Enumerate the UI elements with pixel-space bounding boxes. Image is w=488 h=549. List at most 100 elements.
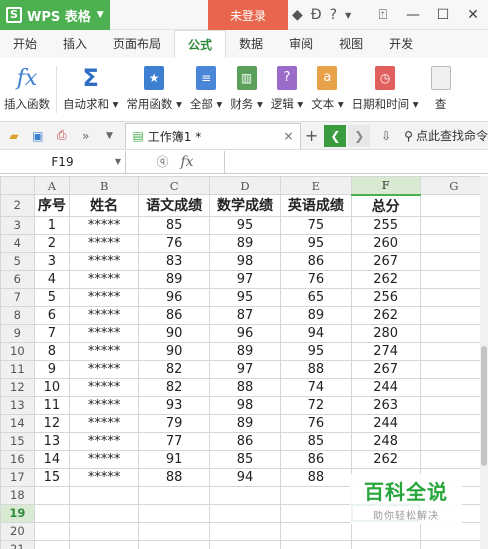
column-header-f[interactable]: F	[350, 176, 421, 196]
cell[interactable]	[33, 503, 71, 523]
minimize-icon[interactable]: —	[398, 7, 428, 23]
column-header-d[interactable]: D	[209, 176, 281, 195]
cell-header-name[interactable]: 姓名	[69, 194, 140, 217]
row-header[interactable]: 2	[0, 194, 35, 217]
cell[interactable]: 1	[33, 215, 71, 235]
cell[interactable]: *****	[69, 215, 140, 235]
cell[interactable]: 262	[350, 269, 421, 289]
cell[interactable]: 76	[279, 269, 352, 289]
cell[interactable]	[419, 194, 488, 217]
cell[interactable]: 90	[138, 323, 211, 343]
cell[interactable]: 93	[138, 395, 211, 415]
cell[interactable]: *****	[69, 467, 140, 487]
cell[interactable]	[419, 539, 488, 549]
cell[interactable]	[69, 539, 140, 549]
cell[interactable]	[69, 503, 140, 523]
login-button[interactable]: 未登录	[208, 0, 288, 30]
tab-list-icon[interactable]: ⇩	[376, 127, 396, 145]
row-header[interactable]: 4	[0, 233, 35, 253]
cell[interactable]: 88	[138, 467, 211, 487]
cell[interactable]	[138, 521, 211, 541]
cell[interactable]: *****	[69, 377, 140, 397]
row-header[interactable]: 19	[0, 503, 35, 523]
cell[interactable]	[419, 521, 488, 541]
cell[interactable]	[419, 251, 488, 271]
cell[interactable]: 76	[279, 413, 352, 433]
cell[interactable]: 94	[209, 467, 281, 487]
restore-ribbon-icon[interactable]: ⍐	[368, 7, 398, 23]
cell[interactable]	[419, 395, 488, 415]
row-header[interactable]: 12	[0, 377, 35, 397]
all-functions-button[interactable]: ≡ 全部 ▾	[186, 58, 226, 121]
cell[interactable]: 15	[33, 467, 71, 487]
scrollbar-thumb[interactable]	[481, 346, 487, 466]
row-header[interactable]: 17	[0, 467, 35, 487]
cell[interactable]: 85	[209, 449, 281, 469]
name-box[interactable]: F19 ▼	[0, 150, 126, 173]
cell[interactable]: 95	[279, 341, 352, 361]
cell[interactable]: 7	[33, 323, 71, 343]
cell[interactable]	[350, 521, 421, 541]
cell[interactable]: 97	[209, 269, 281, 289]
finance-functions-button[interactable]: ▥ 财务 ▾	[226, 58, 266, 121]
maximize-icon[interactable]: ☐	[428, 7, 458, 23]
cell[interactable]	[138, 503, 211, 523]
cell[interactable]: 2	[33, 233, 71, 253]
common-functions-button[interactable]: ★ 常用函数 ▾	[122, 58, 185, 121]
tab-formulas[interactable]: 公式	[174, 30, 227, 58]
cell[interactable]: 86	[279, 251, 352, 271]
cell[interactable]: 82	[138, 359, 211, 379]
tab-page-layout[interactable]: 页面布局	[100, 30, 174, 58]
cell[interactable]: 65	[279, 287, 352, 307]
skin-icon[interactable]: ◆	[292, 7, 303, 23]
cell[interactable]: 86	[209, 431, 281, 451]
cell[interactable]: 274	[350, 341, 421, 361]
chevron-down-icon[interactable]: ▼	[345, 11, 351, 20]
fx-icon[interactable]: fx	[180, 154, 193, 170]
close-icon[interactable]: ✕	[458, 7, 488, 23]
cell[interactable]: 12	[33, 413, 71, 433]
save-icon[interactable]: ▣	[28, 127, 48, 145]
row-header[interactable]: 16	[0, 449, 35, 469]
cell[interactable]: 4	[33, 269, 71, 289]
cell[interactable]	[419, 413, 488, 433]
cell[interactable]: 85	[138, 215, 211, 235]
column-header-g[interactable]: G	[419, 176, 488, 195]
cell[interactable]: 9	[33, 359, 71, 379]
cell[interactable]	[419, 287, 488, 307]
cell[interactable]: 89	[209, 233, 281, 253]
cell[interactable]: 89	[279, 305, 352, 325]
cell[interactable]	[419, 215, 488, 235]
cell[interactable]: 267	[350, 251, 421, 271]
row-header[interactable]: 7	[0, 287, 35, 307]
cell[interactable]: 96	[138, 287, 211, 307]
row-header[interactable]: 5	[0, 251, 35, 271]
cell[interactable]: 95	[279, 233, 352, 253]
close-icon[interactable]: ×	[284, 129, 294, 143]
app-menu-button[interactable]: S WPS 表格 ▼	[0, 0, 110, 30]
text-functions-button[interactable]: a 文本 ▾	[307, 58, 347, 121]
cell-header-seq[interactable]: 序号	[33, 194, 71, 217]
cell[interactable]: 244	[350, 377, 421, 397]
cell[interactable]	[419, 323, 488, 343]
cell[interactable]: *****	[69, 395, 140, 415]
cell[interactable]	[419, 449, 488, 469]
chevron-down-icon[interactable]: ▼	[100, 127, 120, 145]
cell[interactable]: 6	[33, 305, 71, 325]
tab-view[interactable]: 视图	[326, 30, 376, 58]
autosum-button[interactable]: Σ 自动求和 ▾	[59, 58, 122, 121]
tab-insert[interactable]: 插入	[50, 30, 100, 58]
row-header[interactable]: 21	[0, 539, 35, 549]
cell[interactable]: 89	[209, 341, 281, 361]
cell[interactable]: 5	[33, 287, 71, 307]
command-search[interactable]: ⚲ 点此查找命令	[404, 127, 488, 144]
cell[interactable]: 74	[279, 377, 352, 397]
cell[interactable]: 280	[350, 323, 421, 343]
row-header[interactable]: 14	[0, 413, 35, 433]
cell[interactable]	[419, 269, 488, 289]
cell[interactable]: *****	[69, 413, 140, 433]
cell[interactable]: 262	[350, 305, 421, 325]
cell[interactable]: 96	[209, 323, 281, 343]
cell[interactable]	[69, 521, 140, 541]
cell[interactable]: 248	[350, 431, 421, 451]
